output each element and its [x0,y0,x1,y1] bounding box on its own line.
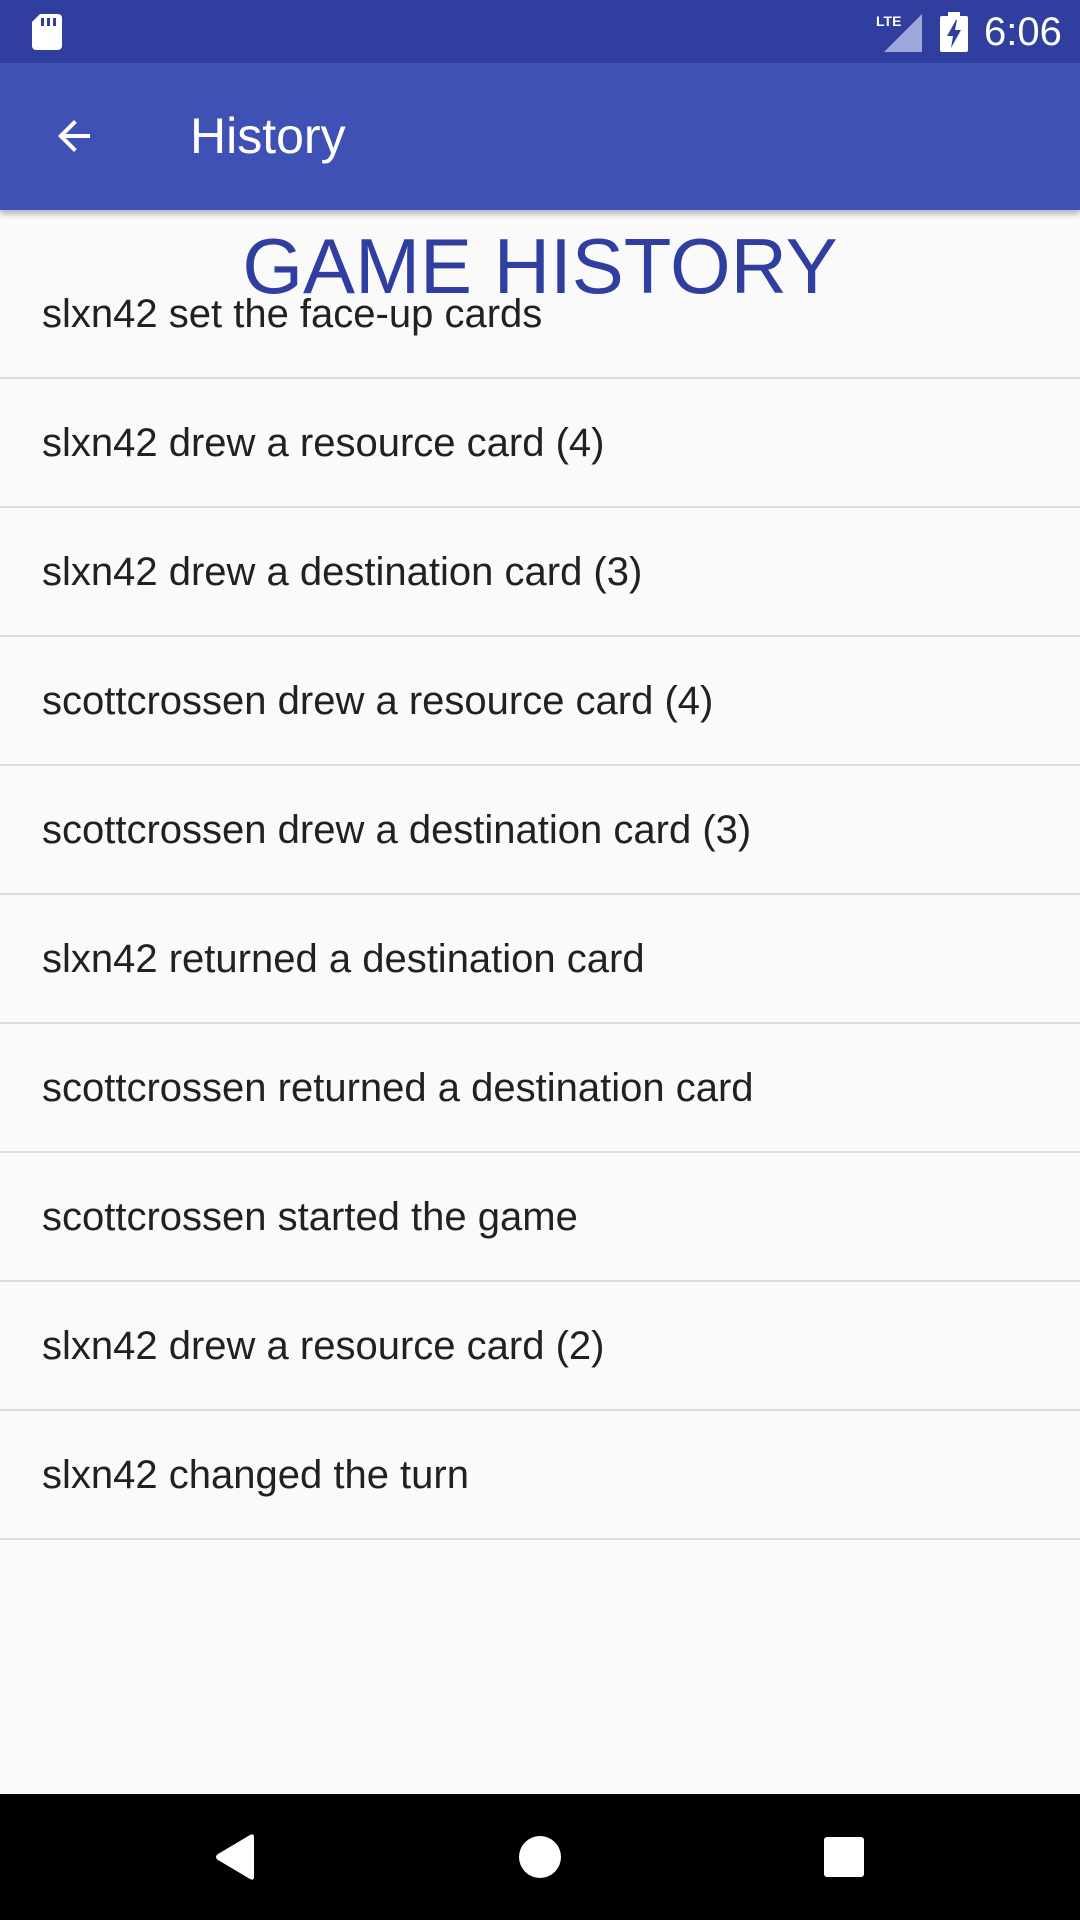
back-triangle-icon [216,1834,254,1880]
history-item-text: slxn42 drew a resource card (4) [42,420,605,465]
arrow-back-icon [58,120,90,152]
sd-card-icon [32,14,62,50]
history-item-text: slxn42 returned a destination card [42,936,645,981]
history-list: slxn42 set the face-up cards slxn42 drew… [0,292,1080,1540]
lte-signal-icon: LTE [876,13,922,52]
history-item-text: slxn42 changed the turn [42,1452,469,1497]
history-item[interactable]: scottcrossen drew a resource card (4) [0,637,1080,766]
nav-back-button[interactable] [196,1817,276,1897]
recents-square-icon [824,1837,864,1877]
history-item[interactable]: scottcrossen drew a destination card (3) [0,766,1080,895]
history-item[interactable]: scottcrossen started the game [0,1153,1080,1282]
navigation-bar [0,1794,1080,1920]
battery-charging-icon [940,12,968,52]
history-item[interactable]: scottcrossen returned a destination card [0,1024,1080,1153]
history-item-text: scottcrossen drew a resource card (4) [42,678,714,723]
nav-recents-button[interactable] [804,1817,884,1897]
home-circle-icon [519,1836,561,1878]
history-item-text: scottcrossen drew a destination card (3) [42,807,752,852]
clock: 6:06 [984,10,1062,54]
history-item[interactable]: slxn42 drew a resource card (4) [0,379,1080,508]
history-item[interactable]: slxn42 changed the turn [0,1411,1080,1540]
network-label: LTE [876,13,901,29]
app-title: History [190,108,346,164]
history-item[interactable]: slxn42 drew a destination card (3) [0,508,1080,637]
status-bar: LTE 6:06 [0,0,1080,63]
history-item-text: scottcrossen returned a destination card [42,1065,754,1110]
app-bar: History [0,63,1080,210]
back-button[interactable] [36,98,112,174]
history-item-text: slxn42 set the face-up cards [42,291,543,336]
history-item-text: slxn42 drew a destination card (3) [42,549,643,594]
history-item[interactable]: slxn42 drew a resource card (2) [0,1282,1080,1411]
history-item[interactable]: slxn42 returned a destination card [0,895,1080,1024]
history-item-text: scottcrossen started the game [42,1194,578,1239]
nav-home-button[interactable] [500,1817,580,1897]
history-item-text: slxn42 drew a resource card (2) [42,1323,605,1368]
history-item[interactable]: slxn42 set the face-up cards [0,250,1080,379]
